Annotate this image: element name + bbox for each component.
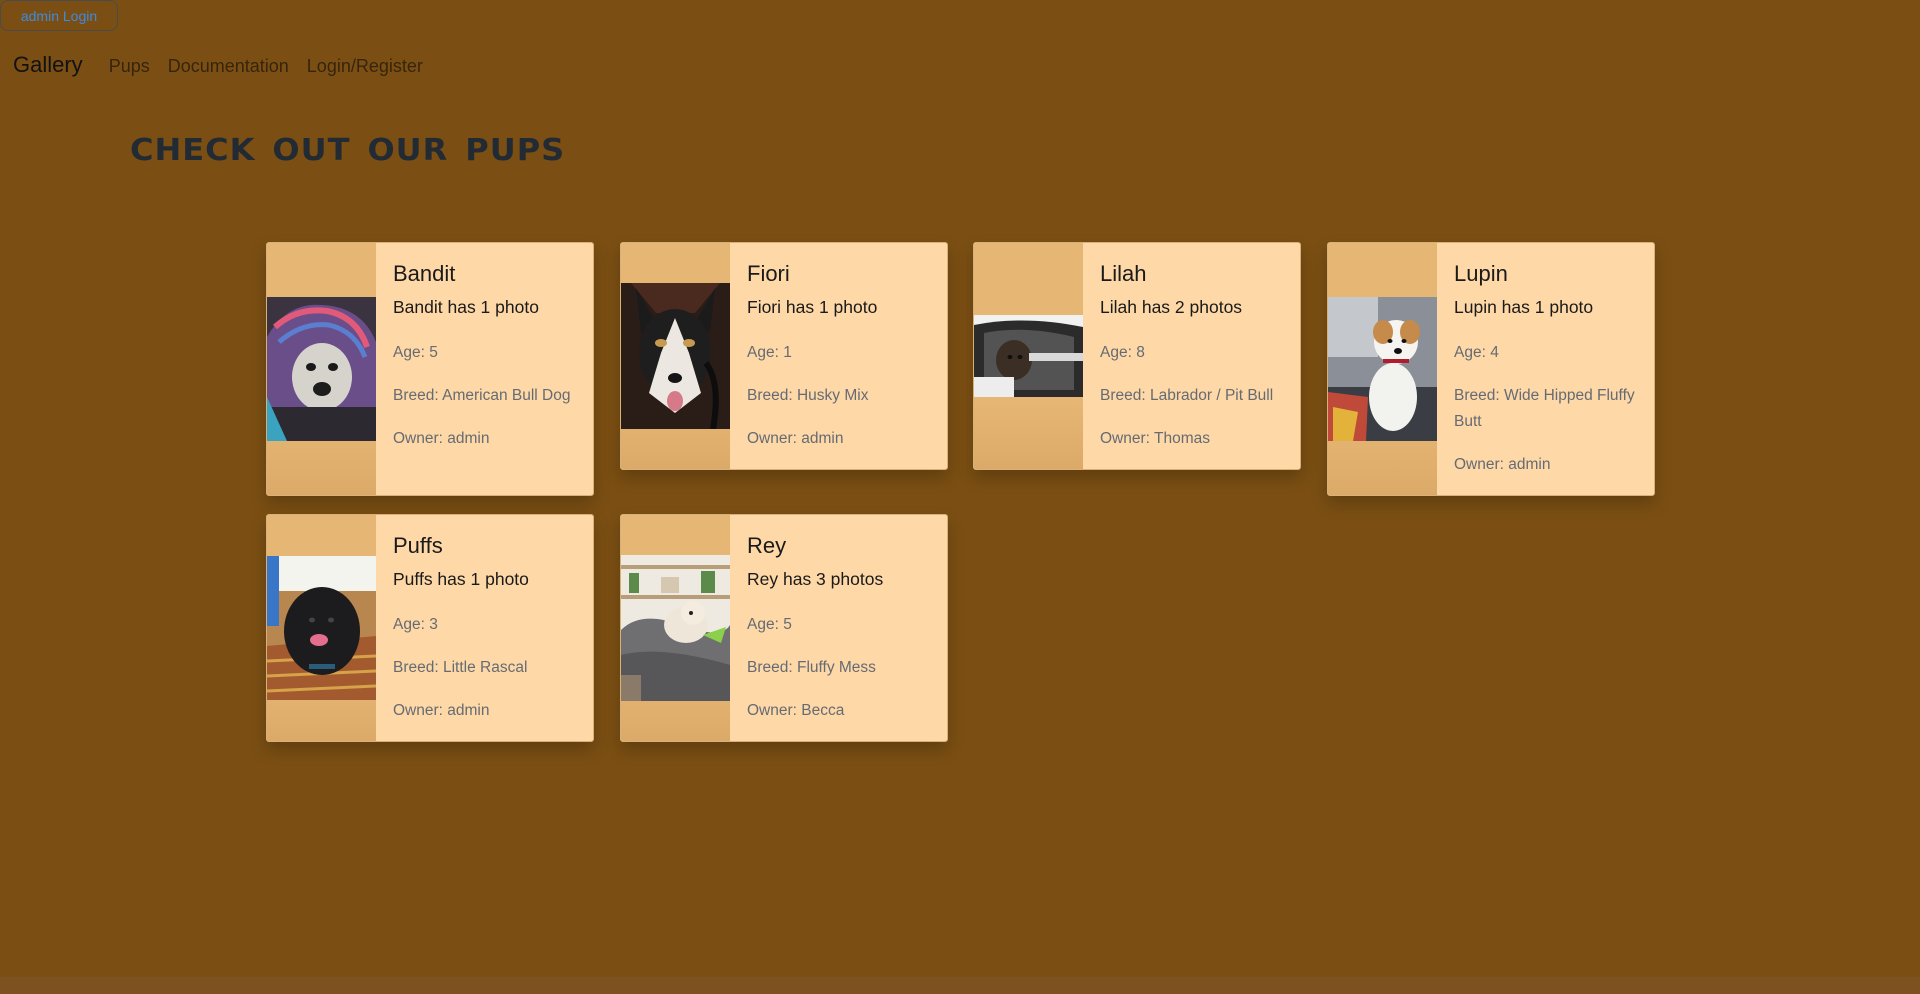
pup-name: Fiori bbox=[747, 261, 790, 286]
pup-owner: Owner: admin bbox=[1454, 456, 1551, 473]
pup-photo[interactable] bbox=[621, 555, 730, 701]
nav-link-pups[interactable]: Pups bbox=[109, 56, 150, 77]
pup-photo-column bbox=[267, 515, 376, 741]
page-footer-strip bbox=[0, 977, 1920, 994]
pup-age: Age: 3 bbox=[393, 616, 438, 633]
nav-link-documentation[interactable]: Documentation bbox=[168, 56, 289, 77]
pup-breed: Breed: Labrador / Pit Bull bbox=[1100, 387, 1274, 404]
pup-photo[interactable] bbox=[267, 297, 376, 441]
pup-breed: Breed: American Bull Dog bbox=[393, 387, 571, 404]
pup-owner: Owner: admin bbox=[393, 702, 490, 719]
gallery-brand-link[interactable]: Gallery bbox=[13, 52, 83, 78]
pup-photo[interactable] bbox=[1328, 297, 1437, 441]
pup-age: Age: 5 bbox=[393, 344, 438, 361]
pup-photo-count: Lupin has 1 photo bbox=[1454, 297, 1594, 317]
pup-name: Lilah bbox=[1100, 261, 1147, 286]
pup-owner: Owner: Thomas bbox=[1100, 430, 1210, 447]
pup-name: Rey bbox=[747, 533, 787, 558]
pup-breed: Breed: Wide Hipped Fluffy Butt bbox=[1454, 387, 1635, 430]
pup-age: Age: 1 bbox=[747, 344, 792, 361]
pup-breed: Breed: Little Rascal bbox=[393, 659, 528, 676]
pup-owner: Owner: Becca bbox=[747, 702, 845, 719]
nav-link-login-register[interactable]: Login/Register bbox=[307, 56, 423, 77]
pup-photo-column bbox=[621, 243, 730, 469]
pup-card-bandit[interactable]: Bandit Bandit has 1 photo Age: 5 Breed: … bbox=[266, 242, 594, 496]
pup-age: Age: 4 bbox=[1454, 344, 1499, 361]
pup-card-fiori[interactable]: Fiori Fiori has 1 photo Age: 1 Breed: Hu… bbox=[620, 242, 948, 470]
pup-photo-column bbox=[267, 243, 376, 495]
pup-card-lupin[interactable]: Lupin Lupin has 1 photo Age: 4 Breed: Wi… bbox=[1327, 242, 1655, 496]
pup-breed: Breed: Husky Mix bbox=[747, 387, 869, 404]
page-title: Check out our Pups bbox=[130, 119, 566, 171]
pup-photo[interactable] bbox=[974, 315, 1083, 397]
pup-owner: Owner: admin bbox=[393, 430, 490, 447]
pup-age: Age: 8 bbox=[1100, 344, 1145, 361]
pup-photo-column bbox=[621, 515, 730, 741]
pup-photo-count: Fiori has 1 photo bbox=[747, 297, 878, 317]
pup-age: Age: 5 bbox=[747, 616, 792, 633]
pup-photo-count: Puffs has 1 photo bbox=[393, 569, 529, 589]
pup-photo-column bbox=[974, 243, 1083, 469]
main-navbar: Gallery Pups Documentation Login/Registe… bbox=[13, 52, 441, 84]
pup-owner: Owner: admin bbox=[747, 430, 844, 447]
pup-card-rey[interactable]: Rey Rey has 3 photos Age: 5 Breed: Fluff… bbox=[620, 514, 948, 742]
pup-card-lilah[interactable]: Lilah Lilah has 2 photos Age: 8 Breed: L… bbox=[973, 242, 1301, 470]
pup-photo[interactable] bbox=[621, 283, 730, 429]
pup-photo-count: Bandit has 1 photo bbox=[393, 297, 539, 317]
pup-card-puffs[interactable]: Puffs Puffs has 1 photo Age: 3 Breed: Li… bbox=[266, 514, 594, 742]
pup-photo-count: Lilah has 2 photos bbox=[1100, 297, 1243, 317]
pup-name: Puffs bbox=[393, 533, 443, 558]
pup-breed: Breed: Fluffy Mess bbox=[747, 659, 876, 676]
pup-photo[interactable] bbox=[267, 556, 376, 700]
pup-photo-column bbox=[1328, 243, 1437, 495]
pup-photo-count: Rey has 3 photos bbox=[747, 569, 884, 589]
pup-name: Lupin bbox=[1454, 261, 1508, 286]
pup-name: Bandit bbox=[393, 261, 456, 286]
admin-login-button[interactable]: admin Login bbox=[0, 0, 118, 31]
